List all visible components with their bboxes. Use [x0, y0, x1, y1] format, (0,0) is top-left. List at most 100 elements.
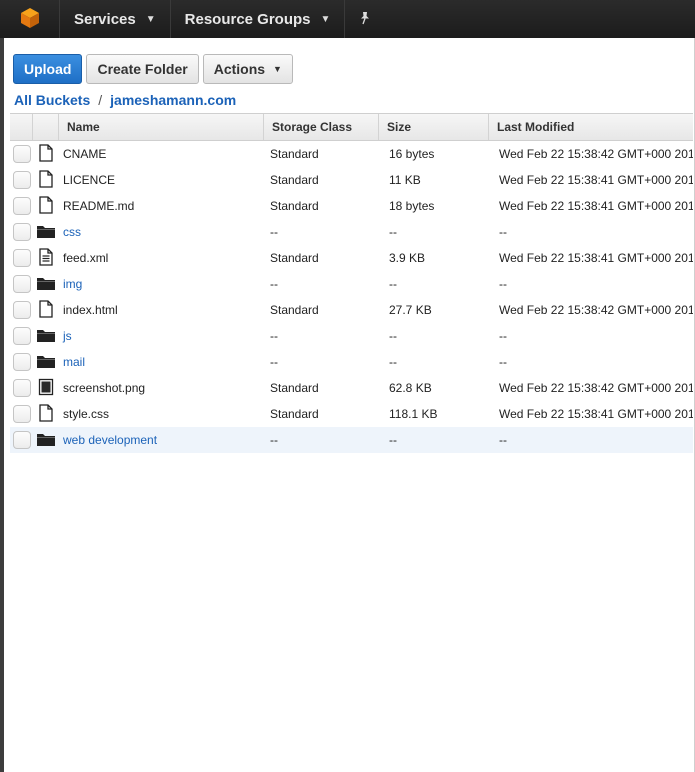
- row-checkbox-cell: [10, 145, 33, 163]
- table-row[interactable]: index.html Standard 27.7 KB Wed Feb 22 15:3…: [10, 297, 693, 323]
- row-checkbox[interactable]: [12, 353, 31, 371]
- row-icon-cell: [33, 195, 59, 217]
- row-checkbox-cell: [10, 223, 33, 241]
- row-checkbox-cell: [10, 301, 33, 319]
- aws-logo[interactable]: [0, 0, 60, 38]
- row-checkbox[interactable]: [12, 431, 31, 449]
- row-storage-class: Standard: [270, 251, 319, 265]
- aws-cube-icon: [18, 6, 42, 33]
- row-name[interactable]: LICENCE: [59, 173, 264, 187]
- row-storage-class: --: [270, 225, 278, 239]
- row-storage-class: Standard: [270, 407, 319, 421]
- table-row[interactable]: mail -- -- --: [10, 349, 693, 375]
- row-checkbox[interactable]: [12, 197, 31, 215]
- row-name[interactable]: style.css: [59, 407, 264, 421]
- row-checkbox[interactable]: [12, 249, 31, 267]
- table-row[interactable]: css -- -- --: [10, 219, 693, 245]
- row-checkbox[interactable]: [12, 405, 31, 423]
- chevron-down-icon: ▼: [145, 13, 156, 25]
- create-folder-button[interactable]: Create Folder: [86, 54, 199, 84]
- table-body: CNAME Standard 16 bytes Wed Feb 22 15:38:42…: [10, 141, 693, 453]
- toolbar: Upload Create Folder Actions ▼: [13, 54, 293, 84]
- row-icon-cell: [33, 143, 59, 165]
- row-checkbox[interactable]: [12, 145, 31, 163]
- services-menu[interactable]: Services ▼: [60, 0, 171, 38]
- table-row[interactable]: style.css Standard 118.1 KB Wed Feb 22 15:3…: [10, 401, 693, 427]
- folder-icon: [36, 431, 56, 450]
- row-name[interactable]: feed.xml: [59, 251, 264, 265]
- image-file-icon: [38, 378, 54, 399]
- row-size: 11 KB: [389, 173, 421, 187]
- row-checkbox-cell: [10, 197, 33, 215]
- chevron-down-icon: ▼: [320, 13, 331, 25]
- row-storage-class: Standard: [270, 381, 319, 395]
- breadcrumb-bucket[interactable]: jameshamann.com: [110, 92, 236, 108]
- row-icon-cell: [33, 378, 59, 399]
- table-row[interactable]: img -- -- --: [10, 271, 693, 297]
- pin-button[interactable]: [345, 0, 385, 38]
- row-checkbox[interactable]: [12, 275, 31, 293]
- row-size: 27.7 KB: [389, 303, 432, 317]
- row-icon-cell: [33, 247, 59, 269]
- breadcrumb-separator: /: [98, 92, 103, 108]
- row-checkbox-cell: [10, 327, 33, 345]
- table-row[interactable]: LICENCE Standard 11 KB Wed Feb 22 15:38:41 …: [10, 167, 693, 193]
- row-icon-cell: [33, 299, 59, 321]
- row-icon-cell: [33, 327, 59, 346]
- table-row[interactable]: feed.xml Standard 3.9 KB Wed Feb 22 15:38:4…: [10, 245, 693, 271]
- text-file-icon: [38, 247, 54, 269]
- row-checkbox[interactable]: [12, 223, 31, 241]
- upload-button[interactable]: Upload: [13, 54, 83, 84]
- row-checkbox-cell: [10, 249, 33, 267]
- row-size: 16 bytes: [389, 147, 435, 161]
- chevron-down-icon: ▼: [273, 64, 282, 74]
- row-checkbox-cell: [10, 431, 33, 449]
- breadcrumb-all-buckets[interactable]: All Buckets: [14, 92, 90, 108]
- row-size: 118.1 KB: [389, 407, 438, 421]
- row-checkbox[interactable]: [12, 379, 31, 397]
- row-storage-class: Standard: [270, 173, 319, 187]
- row-name[interactable]: mail: [59, 355, 264, 369]
- header-checkbox-column: [10, 114, 33, 140]
- resource-groups-label: Resource Groups: [184, 10, 311, 28]
- actions-label: Actions: [213, 61, 266, 77]
- resource-groups-menu[interactable]: Resource Groups ▼: [171, 0, 346, 38]
- table-row[interactable]: README.md Standard 18 bytes Wed Feb 22 15:3…: [10, 193, 693, 219]
- row-name[interactable]: CNAME: [59, 147, 264, 161]
- header-last-modified[interactable]: Last Modified: [489, 114, 693, 140]
- header-name[interactable]: Name: [59, 114, 264, 140]
- table-row[interactable]: js -- -- --: [10, 323, 693, 349]
- row-last-modified: Wed Feb 22 15:38:41 GMT+000 2017: [499, 407, 693, 421]
- row-checkbox[interactable]: [12, 327, 31, 345]
- row-icon-cell: [33, 223, 59, 242]
- header-icon-column: [33, 114, 59, 140]
- file-icon: [38, 143, 54, 165]
- row-name[interactable]: README.md: [59, 199, 264, 213]
- row-storage-class: --: [270, 433, 278, 447]
- row-icon-cell: [33, 275, 59, 294]
- header-size[interactable]: Size: [379, 114, 489, 140]
- row-checkbox[interactable]: [12, 301, 31, 319]
- table-header: Name Storage Class Size Last Modified: [10, 113, 693, 141]
- actions-button[interactable]: Actions ▼: [202, 54, 293, 84]
- folder-icon: [36, 275, 56, 294]
- services-label: Services: [74, 10, 136, 28]
- row-checkbox[interactable]: [12, 171, 31, 189]
- table-row[interactable]: screenshot.png Standard 62.8 KB Wed Feb 22 …: [10, 375, 693, 401]
- row-size: --: [389, 329, 397, 343]
- row-name[interactable]: img: [59, 277, 264, 291]
- row-name[interactable]: css: [59, 225, 264, 239]
- table-row[interactable]: web development -- -- --: [10, 427, 693, 453]
- header-storage-class[interactable]: Storage Class: [264, 114, 379, 140]
- row-name[interactable]: web development: [59, 433, 264, 447]
- table-row[interactable]: CNAME Standard 16 bytes Wed Feb 22 15:38:42…: [10, 141, 693, 167]
- row-size: --: [389, 433, 397, 447]
- row-checkbox-cell: [10, 353, 33, 371]
- row-name[interactable]: js: [59, 329, 264, 343]
- file-icon: [38, 299, 54, 321]
- row-name[interactable]: index.html: [59, 303, 264, 317]
- row-name[interactable]: screenshot.png: [59, 381, 264, 395]
- row-last-modified: --: [499, 433, 507, 447]
- row-last-modified: --: [499, 329, 507, 343]
- row-size: --: [389, 277, 397, 291]
